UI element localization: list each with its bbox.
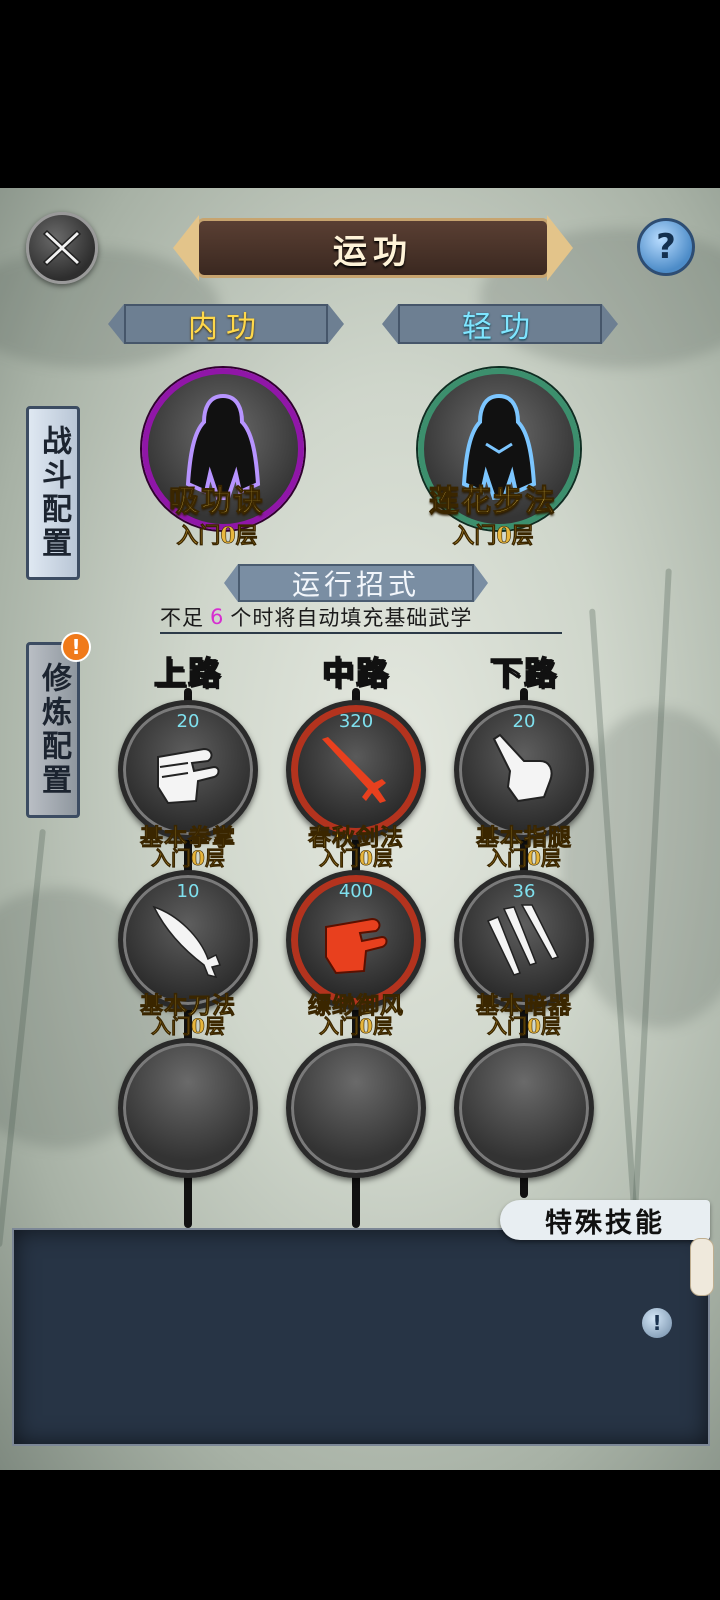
special-skill-panel [12, 1228, 710, 1446]
skill-count: 10 [176, 881, 200, 902]
info-icon: ! [652, 1311, 662, 1335]
banner-left-ornament [173, 215, 199, 281]
title-banner: 运功 [173, 215, 573, 281]
lightness-skill-level: 入门0层 [452, 523, 534, 550]
skill-level: 入门0层 [319, 846, 394, 871]
skill-count: 36 [512, 881, 536, 902]
saber-icon [152, 905, 222, 979]
auto-fill-hint: 不足 6 个时将自动填充基础武学 [160, 602, 562, 634]
internal-skill-level: 入门0层 [176, 523, 258, 550]
pointing-hand-icon [492, 733, 553, 803]
info-button[interactable]: ! [642, 1308, 672, 1338]
empty-skill-slot[interactable] [286, 1038, 426, 1178]
skill-count: 320 [338, 711, 374, 732]
skill-level: 入门0层 [151, 846, 226, 871]
empty-skill-slot[interactable] [118, 1038, 258, 1178]
skill-level: 入门0层 [487, 1014, 562, 1039]
moves-header-label: 运行招式 [291, 568, 420, 601]
tab-internal-skill[interactable]: 内功 [108, 304, 344, 345]
internal-skill-name: 吸功诀 [169, 484, 265, 520]
tab-label: 轻功 [462, 310, 538, 345]
throwing-knives-icon [486, 904, 560, 976]
hint-prefix: 不足 [160, 606, 204, 630]
training-config-label: 修炼配置 [36, 662, 71, 798]
skill-count: 20 [176, 711, 200, 732]
close-icon [42, 229, 82, 267]
scroll-handle[interactable] [690, 1238, 714, 1296]
skill-count: 20 [512, 711, 536, 732]
skill-level: 入门0层 [151, 1014, 226, 1039]
hint-suffix: 个时将自动填充基础武学 [230, 606, 473, 630]
red-fist-icon [325, 917, 388, 975]
battle-config-button[interactable]: 战斗配置 [26, 406, 80, 580]
tab-label: 内功 [188, 310, 264, 345]
sword-icon [322, 737, 386, 803]
skill-count: 400 [338, 881, 374, 902]
skill-level: 入门0层 [487, 846, 562, 871]
banner-right-ornament [547, 215, 573, 281]
special-skill-label: 特殊技能 [545, 1207, 665, 1239]
game-scene: 运功 ? 内功 轻功 战斗配置 修炼配置 ! 吸功诀 入门0层 莲花步法 入门0… [0, 188, 720, 1470]
close-button[interactable] [26, 212, 98, 284]
empty-skill-slot[interactable] [454, 1038, 594, 1178]
question-icon: ? [656, 227, 676, 267]
fist-icon [157, 747, 220, 805]
battle-config-label: 战斗配置 [36, 425, 71, 561]
special-skill-tab[interactable]: 特殊技能 [500, 1200, 710, 1240]
lightness-skill-name: 莲花步法 [429, 484, 557, 520]
help-button[interactable]: ? [637, 218, 695, 276]
training-config-button[interactable]: 修炼配置 [26, 642, 80, 818]
exclamation-icon: ! [71, 635, 81, 659]
alert-badge: ! [61, 632, 91, 662]
tab-lightness-skill[interactable]: 轻功 [382, 304, 618, 345]
moves-header: 运行招式 [224, 564, 488, 602]
skill-level: 入门0层 [319, 1014, 394, 1039]
hint-number: 6 [210, 605, 225, 629]
page-title: 运功 [333, 231, 413, 272]
